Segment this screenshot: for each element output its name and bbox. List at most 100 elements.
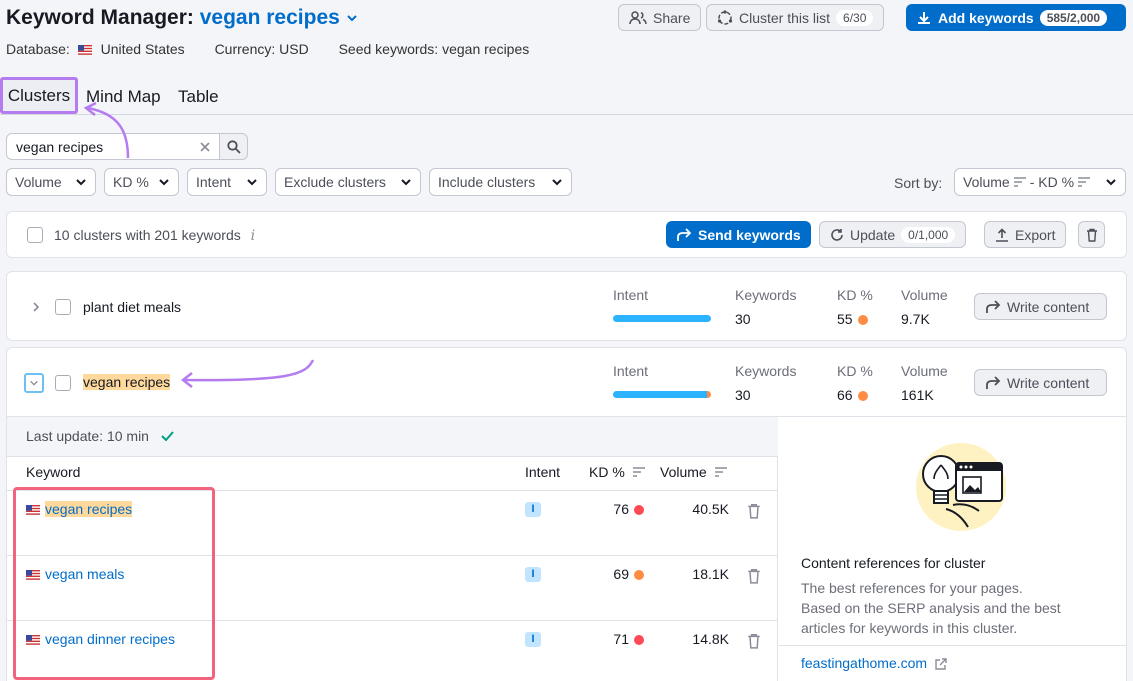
share-arrow-icon <box>986 375 1001 389</box>
refresh-icon <box>831 228 843 241</box>
chevron-down-icon <box>346 15 357 22</box>
add-keywords-count: 585/2,000 <box>1039 9 1108 26</box>
kd-header: KD % <box>837 363 873 379</box>
share-label: Share <box>653 9 691 26</box>
lightbulb-illustration-icon <box>916 443 1006 531</box>
list-name: vegan recipes <box>199 6 340 29</box>
reference-link[interactable]: feastingathome.com <box>801 655 947 671</box>
write-content-button[interactable]: Write content <box>974 293 1107 320</box>
kd-number: 55 <box>837 311 853 327</box>
references-title: Content references for cluster <box>801 555 986 571</box>
cluster-list-label: Cluster this list <box>739 9 831 26</box>
references-desc-1: The best references for your pages. <box>801 580 1023 596</box>
trash-icon[interactable] <box>747 633 761 649</box>
page-title-prefix: Keyword Manager: <box>6 6 194 29</box>
filter-include-clusters[interactable]: Include clusters <box>429 168 572 196</box>
volume-value: 9.7K <box>901 311 930 327</box>
annotation-arrow-tabs <box>83 101 130 159</box>
filter-exclude-label: Exclude clusters <box>284 174 386 190</box>
filter-kd[interactable]: KD % <box>104 168 179 196</box>
tab-table[interactable]: Table <box>178 87 219 107</box>
tabs-divider <box>0 114 1133 115</box>
kd-dot-icon <box>857 391 868 402</box>
kd-value: 66 <box>837 387 868 403</box>
add-keywords-button[interactable]: Add keywords 585/2,000 <box>906 4 1126 31</box>
filter-exclude-clusters[interactable]: Exclude clusters <box>275 168 421 196</box>
currency: Currency: USD <box>214 41 309 57</box>
col-intent-header: Intent <box>525 464 561 480</box>
kd-dot-icon <box>857 315 868 326</box>
chevron-down-icon <box>1106 179 1116 186</box>
intent-header: Intent <box>613 287 649 303</box>
list-name-dropdown[interactable]: vegan recipes <box>200 6 358 29</box>
filter-volume-label: Volume <box>15 174 62 190</box>
cluster-checkbox[interactable] <box>55 299 71 315</box>
volume-cell: 18.1K <box>692 566 729 582</box>
reference-link-text: feastingathome.com <box>801 655 928 671</box>
share-button[interactable]: Share <box>618 4 702 31</box>
write-content-button[interactable]: Write content <box>974 369 1107 396</box>
filter-volume[interactable]: Volume <box>6 168 96 196</box>
annotation-highlight-box <box>13 487 215 680</box>
kd-number: 76 <box>613 501 629 517</box>
export-button[interactable]: Export <box>984 221 1067 248</box>
kd-header: KD % <box>837 287 873 303</box>
kd-dot-icon <box>634 635 644 646</box>
references-desc-3: articles for keywords in this cluster. <box>801 620 1018 636</box>
chevron-down-icon <box>401 179 411 186</box>
intent-badge: I <box>525 632 541 647</box>
chevron-down-icon <box>552 179 562 186</box>
chevron-right-icon[interactable] <box>30 301 42 313</box>
meta-bar: Database: United States Currency: USD Se… <box>6 41 529 57</box>
cluster-checkbox[interactable] <box>55 375 71 391</box>
seed-keywords: Seed keywords: vegan recipes <box>338 41 530 57</box>
cluster-count-badge: 6/30 <box>836 9 874 26</box>
sort-dropdown[interactable]: Volume - KD % <box>954 168 1126 196</box>
tab-clusters[interactable]: Clusters <box>0 77 78 114</box>
external-link-icon <box>935 658 947 670</box>
send-keywords-button[interactable]: Send keywords <box>666 221 811 248</box>
volume-header: Volume <box>901 287 948 303</box>
cluster-name[interactable]: plant diet meals <box>83 299 181 315</box>
search-button[interactable] <box>219 133 248 160</box>
select-all-checkbox[interactable] <box>27 227 43 243</box>
trash-icon[interactable] <box>747 568 761 584</box>
tab-table-label: Table <box>178 87 219 106</box>
cluster-name[interactable]: vegan recipes <box>83 374 171 390</box>
cluster-list-button[interactable]: Cluster this list 6/30 <box>706 4 885 31</box>
clusters-toolbar: 10 clusters with 201 keywords i Send key… <box>6 211 1127 258</box>
volume-cell: 40.5K <box>692 501 729 517</box>
filter-intent-label: Intent <box>196 174 232 190</box>
sort-value: Volume <box>963 174 1010 190</box>
col-keyword-header: Keyword <box>26 464 81 480</box>
last-update-text: Last update: 10 min <box>26 428 149 444</box>
delete-button[interactable] <box>1078 221 1105 248</box>
filter-intent[interactable]: Intent <box>187 168 267 196</box>
download-icon <box>918 11 930 24</box>
database-value: United States <box>100 41 185 57</box>
sort-icon <box>714 467 727 477</box>
page-title: Keyword Manager: vegan recipes <box>6 6 358 30</box>
col-volume-header[interactable]: Volume <box>660 464 727 480</box>
intent-bar <box>613 315 711 322</box>
clusters-summary: 10 clusters with 201 keywords i <box>54 227 255 244</box>
col-kd-header[interactable]: KD % <box>589 464 645 480</box>
intent-badge: I <box>525 502 541 517</box>
col-volume-label: Volume <box>660 464 707 480</box>
clear-icon[interactable] <box>199 141 211 153</box>
update-button[interactable]: Update 0/1,000 <box>819 221 967 248</box>
upload-icon <box>996 227 1008 242</box>
kd-dot-icon <box>634 505 644 516</box>
clusters-summary-text: 10 clusters with 201 keywords <box>54 227 241 243</box>
chevron-down-icon <box>30 380 38 386</box>
info-icon[interactable]: i <box>251 228 255 244</box>
collapse-toggle[interactable] <box>24 373 44 393</box>
tab-clusters-label: Clusters <box>7 85 71 105</box>
kd-value: 55 <box>837 311 868 327</box>
filter-kd-label: KD % <box>113 174 149 190</box>
trash-icon[interactable] <box>747 503 761 519</box>
cluster-row: plant diet meals Intent Keywords 30 KD %… <box>6 271 1127 341</box>
kd-number: 69 <box>613 566 629 582</box>
references-divider <box>779 645 1126 646</box>
keywords-count: 30 <box>735 311 751 327</box>
